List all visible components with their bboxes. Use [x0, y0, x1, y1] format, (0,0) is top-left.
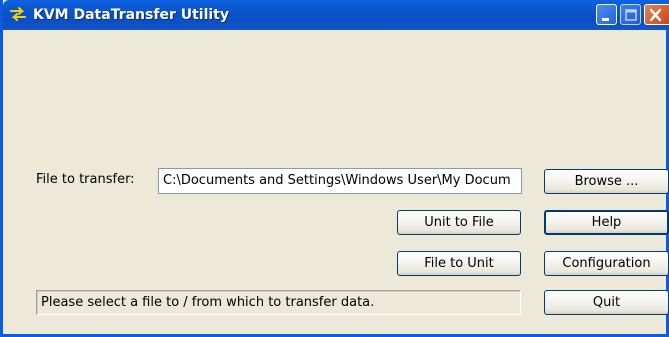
- close-icon: [649, 8, 662, 22]
- quit-button[interactable]: Quit: [544, 290, 669, 315]
- minimize-button[interactable]: [596, 4, 617, 25]
- file-to-transfer-label: File to transfer:: [36, 172, 135, 187]
- unit-to-file-button[interactable]: Unit to File: [397, 210, 521, 235]
- status-message: Please select a file to / from which to …: [36, 290, 521, 315]
- title-bar[interactable]: KVM DataTransfer Utility: [3, 0, 669, 30]
- file-path-input[interactable]: C:\Documents and Settings\Windows User\M…: [158, 168, 522, 194]
- minimize-icon: [602, 18, 609, 21]
- browse-button[interactable]: Browse ...: [544, 169, 669, 194]
- transfer-arrows-icon: [9, 5, 27, 23]
- maximize-button[interactable]: [620, 4, 641, 25]
- maximize-icon: [625, 9, 637, 21]
- window-title: KVM DataTransfer Utility: [33, 7, 229, 23]
- close-button[interactable]: [644, 4, 669, 25]
- configuration-button[interactable]: Configuration: [544, 251, 669, 276]
- file-to-unit-button[interactable]: File to Unit: [397, 251, 521, 276]
- main-window: KVM DataTransfer Utility File to transfe…: [0, 0, 669, 337]
- help-button[interactable]: Help: [544, 210, 669, 235]
